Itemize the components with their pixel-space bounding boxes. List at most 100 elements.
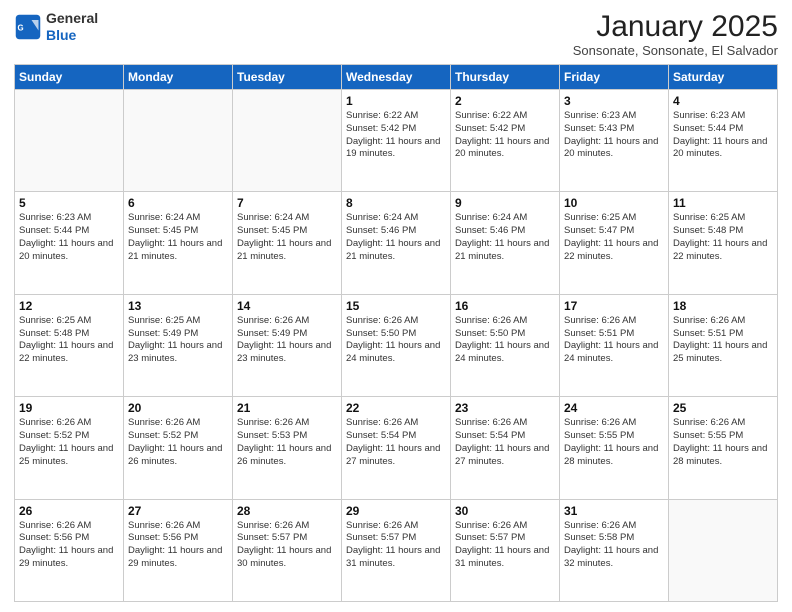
day-detail: Sunrise: 6:26 AM Sunset: 5:57 PM Dayligh…: [346, 520, 446, 571]
day-number: 9: [455, 196, 555, 210]
day-header-sunday: Sunday: [15, 65, 124, 90]
day-detail: Sunrise: 6:26 AM Sunset: 5:55 PM Dayligh…: [673, 417, 773, 468]
day-cell: 8Sunrise: 6:24 AM Sunset: 5:46 PM Daylig…: [342, 192, 451, 294]
day-detail: Sunrise: 6:26 AM Sunset: 5:54 PM Dayligh…: [346, 417, 446, 468]
day-cell: 11 Sunrise: 6:25 AM Sunset: 5:48 PM Dayli…: [669, 192, 778, 294]
day-cell: 26 Sunrise: 6:26 AM Sunset: 5:56 PM Dayli…: [15, 499, 124, 601]
week-row-5: 26 Sunrise: 6:26 AM Sunset: 5:56 PM Dayli…: [15, 499, 778, 601]
week-row-4: 19 Sunrise: 6:26 AM Sunset: 5:52 PM Dayli…: [15, 397, 778, 499]
logo: G General Blue: [14, 10, 98, 44]
day-cell: [15, 90, 124, 192]
day-detail: Sunrise: 6:26 AM Sunset: 5:52 PM Dayligh…: [19, 417, 119, 468]
day-cell: 23 Sunrise: 6:26 AM Sunset: 5:54 PM Dayli…: [451, 397, 560, 499]
day-cell: 22Sunrise: 6:26 AM Sunset: 5:54 PM Dayli…: [342, 397, 451, 499]
day-cell: 5 Sunrise: 6:23 AM Sunset: 5:44 PM Daylig…: [15, 192, 124, 294]
day-number: 20: [128, 401, 228, 415]
day-detail: Sunrise: 6:26 AM Sunset: 5:55 PM Dayligh…: [564, 417, 664, 468]
day-cell: 29Sunrise: 6:26 AM Sunset: 5:57 PM Dayli…: [342, 499, 451, 601]
day-cell: 6Sunrise: 6:24 AM Sunset: 5:45 PM Daylig…: [124, 192, 233, 294]
day-number: 19: [19, 401, 119, 415]
day-detail: Sunrise: 6:25 AM Sunset: 5:48 PM Dayligh…: [19, 315, 119, 366]
day-detail: Sunrise: 6:26 AM Sunset: 5:49 PM Dayligh…: [237, 315, 337, 366]
calendar-header-row: SundayMondayTuesdayWednesdayThursdayFrid…: [15, 65, 778, 90]
day-number: 23: [455, 401, 555, 415]
day-cell: 3Sunrise: 6:23 AM Sunset: 5:43 PM Daylig…: [560, 90, 669, 192]
day-cell: 7 Sunrise: 6:24 AM Sunset: 5:45 PM Daylig…: [233, 192, 342, 294]
day-number: 24: [564, 401, 664, 415]
day-number: 15: [346, 299, 446, 313]
day-detail: Sunrise: 6:26 AM Sunset: 5:57 PM Dayligh…: [455, 520, 555, 571]
day-number: 26: [19, 504, 119, 518]
calendar-table: SundayMondayTuesdayWednesdayThursdayFrid…: [14, 64, 778, 602]
day-number: 4: [673, 94, 773, 108]
page: G General Blue January 2025 Sonsonate, S…: [0, 0, 792, 612]
day-cell: 2Sunrise: 6:22 AM Sunset: 5:42 PM Daylig…: [451, 90, 560, 192]
day-cell: 21Sunrise: 6:26 AM Sunset: 5:53 PM Dayli…: [233, 397, 342, 499]
day-number: 31: [564, 504, 664, 518]
day-number: 11: [673, 196, 773, 210]
day-cell: 10Sunrise: 6:25 AM Sunset: 5:47 PM Dayli…: [560, 192, 669, 294]
day-detail: Sunrise: 6:25 AM Sunset: 5:47 PM Dayligh…: [564, 212, 664, 263]
day-detail: Sunrise: 6:26 AM Sunset: 5:57 PM Dayligh…: [237, 520, 337, 571]
day-header-thursday: Thursday: [451, 65, 560, 90]
day-header-friday: Friday: [560, 65, 669, 90]
day-number: 7: [237, 196, 337, 210]
logo-text: General Blue: [46, 10, 98, 44]
day-number: 18: [673, 299, 773, 313]
day-number: 12: [19, 299, 119, 313]
day-number: 2: [455, 94, 555, 108]
day-cell: 17Sunrise: 6:26 AM Sunset: 5:51 PM Dayli…: [560, 294, 669, 396]
day-cell: 31 Sunrise: 6:26 AM Sunset: 5:58 PM Dayli…: [560, 499, 669, 601]
day-number: 16: [455, 299, 555, 313]
day-detail: Sunrise: 6:23 AM Sunset: 5:43 PM Dayligh…: [564, 110, 664, 161]
day-detail: Sunrise: 6:24 AM Sunset: 5:45 PM Dayligh…: [237, 212, 337, 263]
week-row-3: 12 Sunrise: 6:25 AM Sunset: 5:48 PM Dayli…: [15, 294, 778, 396]
day-cell: 28 Sunrise: 6:26 AM Sunset: 5:57 PM Dayli…: [233, 499, 342, 601]
day-cell: 13 Sunrise: 6:25 AM Sunset: 5:49 PM Dayli…: [124, 294, 233, 396]
logo-general: General: [46, 10, 98, 27]
day-detail: Sunrise: 6:25 AM Sunset: 5:49 PM Dayligh…: [128, 315, 228, 366]
day-number: 1: [346, 94, 446, 108]
day-detail: Sunrise: 6:26 AM Sunset: 5:53 PM Dayligh…: [237, 417, 337, 468]
day-cell: [233, 90, 342, 192]
title-block: January 2025 Sonsonate, Sonsonate, El Sa…: [573, 10, 778, 58]
day-number: 6: [128, 196, 228, 210]
day-detail: Sunrise: 6:22 AM Sunset: 5:42 PM Dayligh…: [346, 110, 446, 161]
location: Sonsonate, Sonsonate, El Salvador: [573, 43, 778, 58]
day-number: 28: [237, 504, 337, 518]
day-cell: 30 Sunrise: 6:26 AM Sunset: 5:57 PM Dayli…: [451, 499, 560, 601]
week-row-1: 1 Sunrise: 6:22 AM Sunset: 5:42 PM Daylig…: [15, 90, 778, 192]
day-number: 14: [237, 299, 337, 313]
svg-text:G: G: [18, 23, 24, 32]
day-detail: Sunrise: 6:26 AM Sunset: 5:54 PM Dayligh…: [455, 417, 555, 468]
day-cell: 4 Sunrise: 6:23 AM Sunset: 5:44 PM Daylig…: [669, 90, 778, 192]
day-detail: Sunrise: 6:25 AM Sunset: 5:48 PM Dayligh…: [673, 212, 773, 263]
day-number: 30: [455, 504, 555, 518]
day-detail: Sunrise: 6:26 AM Sunset: 5:50 PM Dayligh…: [455, 315, 555, 366]
day-number: 25: [673, 401, 773, 415]
day-cell: 9 Sunrise: 6:24 AM Sunset: 5:46 PM Daylig…: [451, 192, 560, 294]
day-number: 27: [128, 504, 228, 518]
day-cell: 27 Sunrise: 6:26 AM Sunset: 5:56 PM Dayli…: [124, 499, 233, 601]
day-detail: Sunrise: 6:26 AM Sunset: 5:51 PM Dayligh…: [673, 315, 773, 366]
day-number: 8: [346, 196, 446, 210]
day-detail: Sunrise: 6:26 AM Sunset: 5:56 PM Dayligh…: [128, 520, 228, 571]
day-cell: 15Sunrise: 6:26 AM Sunset: 5:50 PM Dayli…: [342, 294, 451, 396]
day-detail: Sunrise: 6:26 AM Sunset: 5:51 PM Dayligh…: [564, 315, 664, 366]
logo-blue: Blue: [46, 27, 98, 44]
day-detail: Sunrise: 6:26 AM Sunset: 5:58 PM Dayligh…: [564, 520, 664, 571]
day-cell: 18 Sunrise: 6:26 AM Sunset: 5:51 PM Dayli…: [669, 294, 778, 396]
day-cell: [669, 499, 778, 601]
day-cell: 16 Sunrise: 6:26 AM Sunset: 5:50 PM Dayli…: [451, 294, 560, 396]
day-number: 13: [128, 299, 228, 313]
day-detail: Sunrise: 6:24 AM Sunset: 5:46 PM Dayligh…: [455, 212, 555, 263]
day-cell: [124, 90, 233, 192]
day-header-tuesday: Tuesday: [233, 65, 342, 90]
month-title: January 2025: [573, 10, 778, 43]
day-detail: Sunrise: 6:23 AM Sunset: 5:44 PM Dayligh…: [19, 212, 119, 263]
day-number: 5: [19, 196, 119, 210]
day-cell: 19 Sunrise: 6:26 AM Sunset: 5:52 PM Dayli…: [15, 397, 124, 499]
day-header-wednesday: Wednesday: [342, 65, 451, 90]
day-detail: Sunrise: 6:26 AM Sunset: 5:56 PM Dayligh…: [19, 520, 119, 571]
day-detail: Sunrise: 6:23 AM Sunset: 5:44 PM Dayligh…: [673, 110, 773, 161]
